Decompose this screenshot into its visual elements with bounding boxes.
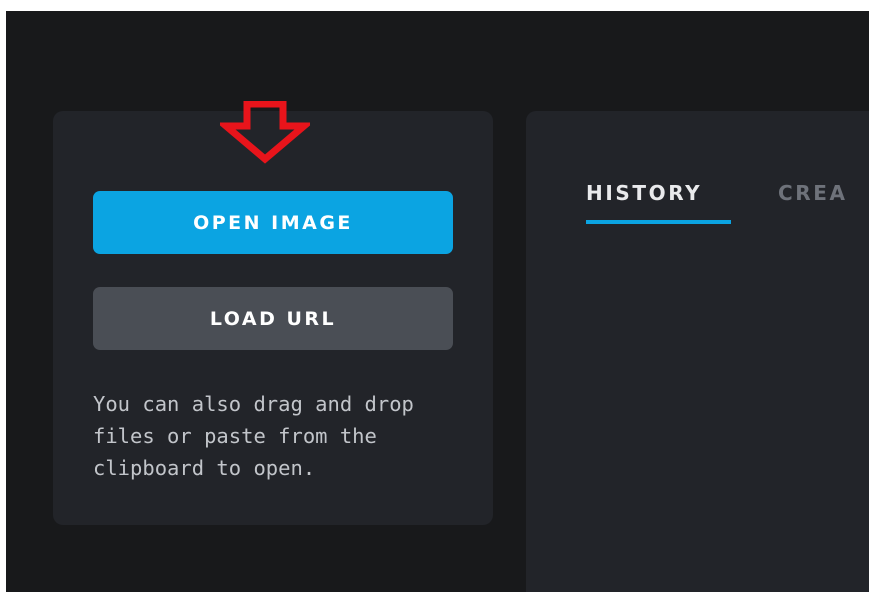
tab-history[interactable]: HISTORY bbox=[586, 181, 702, 205]
tab-create[interactable]: CREA bbox=[778, 181, 848, 205]
load-url-button-label: LOAD URL bbox=[209, 307, 337, 330]
open-panel: OPEN IMAGE LOAD URL You can also drag an… bbox=[53, 101, 493, 525]
open-image-button[interactable]: OPEN IMAGE bbox=[93, 191, 453, 254]
active-tab-indicator bbox=[586, 220, 731, 224]
app-window: OPEN IMAGE LOAD URL You can also drag an… bbox=[6, 11, 869, 592]
history-panel: HISTORY CREA bbox=[526, 111, 869, 592]
down-arrow-icon bbox=[220, 101, 310, 164]
load-url-button[interactable]: LOAD URL bbox=[93, 287, 453, 350]
drag-drop-hint: You can also drag and drop files or past… bbox=[93, 392, 414, 480]
open-image-button-label: OPEN IMAGE bbox=[193, 211, 353, 234]
